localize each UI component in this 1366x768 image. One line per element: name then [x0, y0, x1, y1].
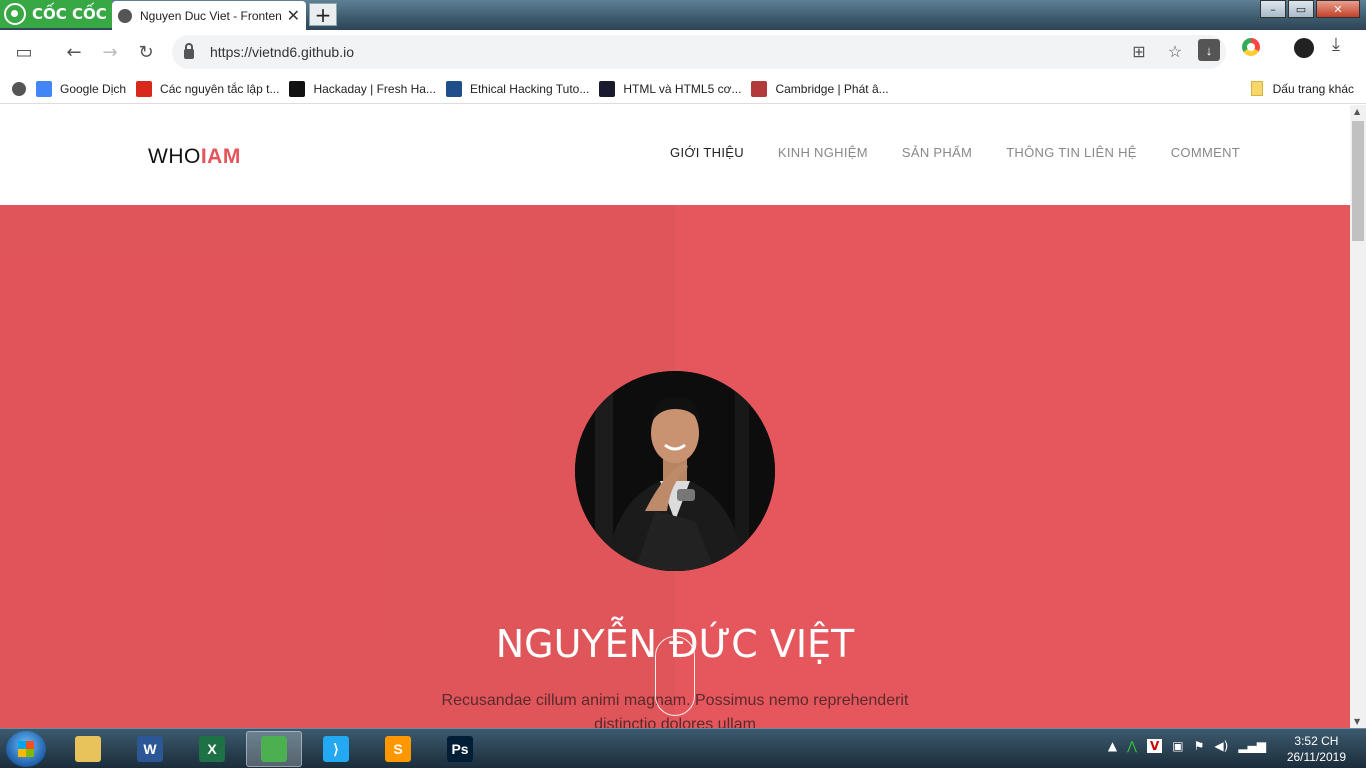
bookmark-label: Google Dịch [60, 81, 127, 96]
nav-item[interactable]: THÔNG TIN LIÊN HỆ [1006, 145, 1137, 160]
site-menu: GIỚI THIỆU KINH NGHIỆM SẢN PHẨM THÔNG TIN L… [636, 145, 1240, 160]
profile-avatar-icon[interactable] [1294, 38, 1314, 58]
nav-item[interactable]: GIỚI THIỆU [670, 145, 744, 160]
system-clock[interactable]: 3:52 CH 26/11/2019 [1287, 733, 1346, 765]
nav-item[interactable]: SẢN PHẨM [902, 145, 972, 160]
bookmarks-bar: Google Dịch Các nguyên tắc lập t... Hackad… [0, 74, 1366, 104]
file-explorer-icon [75, 736, 101, 762]
bookmark-item[interactable]: HTML và HTML5 cơ... [599, 80, 742, 97]
cambridge-icon [751, 80, 768, 97]
profile-photo [575, 371, 775, 571]
bookmark-item[interactable]: Cambridge | Phát â... [751, 80, 889, 97]
browser-toolbar: ▭ ← → ↻ https://vietnd6.github.io ⊞ ☆ ↓ … [0, 30, 1366, 74]
hackaday-icon [289, 80, 306, 97]
coccoc-menu-button[interactable]: CỐC CỐC [0, 0, 112, 28]
lock-icon [184, 43, 194, 59]
address-bar-actions: ⊞ ☆ ↓ [1116, 39, 1220, 65]
start-button[interactable] [6, 731, 46, 767]
taskbar-app[interactable]: X [184, 731, 240, 767]
url-text[interactable]: https://vietnd6.github.io [210, 44, 354, 60]
new-tab-button[interactable]: + [309, 3, 337, 27]
tray-v-icon[interactable]: V [1146, 739, 1163, 753]
site-logo-part1: WHO [148, 145, 201, 168]
window-controls: – ▭ ✕ [1258, 0, 1360, 18]
sidebar-toggle-icon[interactable]: ▭ [6, 34, 42, 70]
taskbar-app[interactable]: Ps [432, 731, 488, 767]
page-download-icon[interactable]: ↓ [1198, 39, 1220, 61]
tray-expand-icon[interactable]: ▲ [1108, 739, 1117, 753]
taskbar-app[interactable] [246, 731, 302, 767]
sublime-text-icon: S [385, 736, 411, 762]
minimize-button[interactable]: – [1260, 0, 1286, 18]
photoshop-icon: Ps [447, 736, 473, 762]
coccoc-logo-icon [4, 3, 26, 25]
bookmark-star-icon[interactable]: ☆ [1162, 39, 1188, 65]
tray-app-icon[interactable]: ⋀ [1127, 739, 1137, 753]
word-icon: W [137, 736, 163, 762]
scroll-down-indicator[interactable] [655, 636, 695, 716]
back-arrow-icon[interactable]: ← [56, 34, 92, 70]
scrollbar-thumb[interactable] [1352, 121, 1364, 241]
extension-icon[interactable] [1242, 38, 1260, 56]
scroll-down-arrow-icon[interactable]: ▼ [1354, 717, 1360, 726]
window-titlebar: CỐC CỐC Nguyen Duc Viet - Frontend ✕ + –… [0, 0, 1366, 30]
taskbar-app[interactable] [60, 731, 116, 767]
bookmark-item[interactable]: Hackaday | Fresh Ha... [289, 80, 436, 97]
tutorialspoint-icon [445, 80, 462, 97]
bookmark-label: Các nguyên tắc lập t... [160, 81, 280, 96]
clock-date: 26/11/2019 [1286, 750, 1346, 764]
address-bar[interactable]: https://vietnd6.github.io ⊞ ☆ ↓ [172, 35, 1226, 69]
clock-time: 3:52 CH [1294, 734, 1339, 748]
tab-title: Nguyen Duc Viet - Frontend [140, 8, 281, 23]
tray-device-icon[interactable]: ▣ [1172, 739, 1183, 753]
windows-taskbar: W X ⟩ S Ps ▲ ⋀ V ▣ ⚑ ◀) ▂▄▆ 3:52 CH 26/11/20… [0, 728, 1366, 768]
tab-close-icon[interactable]: ✕ [287, 6, 300, 25]
bookmark-label: Cambridge | Phát â... [775, 81, 889, 96]
volume-icon[interactable]: ◀) [1214, 739, 1228, 753]
web-page: WHOIAM GIỚI THIỆU KINH NGHIỆM SẢN PHẨM THÔN… [0, 105, 1350, 728]
network-signal-icon[interactable]: ▂▄▆ [1238, 739, 1266, 753]
system-tray: ▲ ⋀ V ▣ ⚑ ◀) ▂▄▆ [1098, 739, 1266, 753]
globe-icon [118, 8, 132, 23]
brand-name: CỐC CỐC [32, 5, 107, 23]
hero-section: NGUYỄN ĐỨC VIỆT Recusandae cillum animi … [0, 205, 1350, 728]
other-bookmarks-label: Dấu trang khác [1272, 81, 1354, 96]
bookmark-label: Ethical Hacking Tuto... [469, 81, 590, 96]
site-logo[interactable]: WHOIAM [148, 145, 241, 169]
code-icon [599, 80, 616, 97]
site-header: WHOIAM GIỚI THIỆU KINH NGHIỆM SẢN PHẨM THÔN… [0, 105, 1350, 205]
forward-arrow-icon[interactable]: → [92, 34, 128, 70]
apps-globe-icon[interactable] [12, 81, 26, 96]
folder-icon [1250, 81, 1263, 96]
bookmark-item[interactable]: Các nguyên tắc lập t... [136, 80, 280, 97]
taskbar-app[interactable]: ⟩ [308, 731, 364, 767]
coccoc-browser-icon [261, 736, 287, 762]
action-center-flag-icon[interactable]: ⚑ [1194, 739, 1205, 753]
browser-tab-active[interactable]: Nguyen Duc Viet - Frontend ✕ [112, 1, 306, 30]
taskbar-app[interactable]: W [122, 731, 178, 767]
site-logo-part2: IAM [200, 145, 241, 168]
reload-icon[interactable]: ↻ [128, 34, 164, 70]
excel-icon: X [199, 736, 225, 762]
downloads-icon[interactable]: ⤓ [1332, 34, 1340, 55]
maximize-button[interactable]: ▭ [1288, 0, 1314, 18]
translate-icon[interactable]: ⊞ [1126, 39, 1152, 65]
page-scrollbar[interactable]: ▲ ▼ [1350, 105, 1366, 728]
profile-photo-illustration [575, 371, 775, 571]
bookmark-item[interactable]: Ethical Hacking Tuto... [445, 80, 590, 97]
bookmark-label: HTML và HTML5 cơ... [623, 81, 742, 96]
scroll-up-arrow-icon[interactable]: ▲ [1354, 107, 1360, 116]
close-window-button[interactable]: ✕ [1316, 0, 1360, 18]
bookmark-label: Hackaday | Fresh Ha... [313, 81, 436, 96]
t-icon [136, 80, 153, 97]
other-bookmarks[interactable]: Dấu trang khác [1250, 81, 1354, 96]
nav-item[interactable]: COMMENT [1171, 145, 1240, 160]
bookmark-item[interactable]: Google Dịch [36, 80, 127, 97]
nav-item[interactable]: KINH NGHIỆM [778, 145, 868, 160]
vscode-icon: ⟩ [323, 736, 349, 762]
google-translate-icon [36, 80, 52, 97]
taskbar-app[interactable]: S [370, 731, 426, 767]
